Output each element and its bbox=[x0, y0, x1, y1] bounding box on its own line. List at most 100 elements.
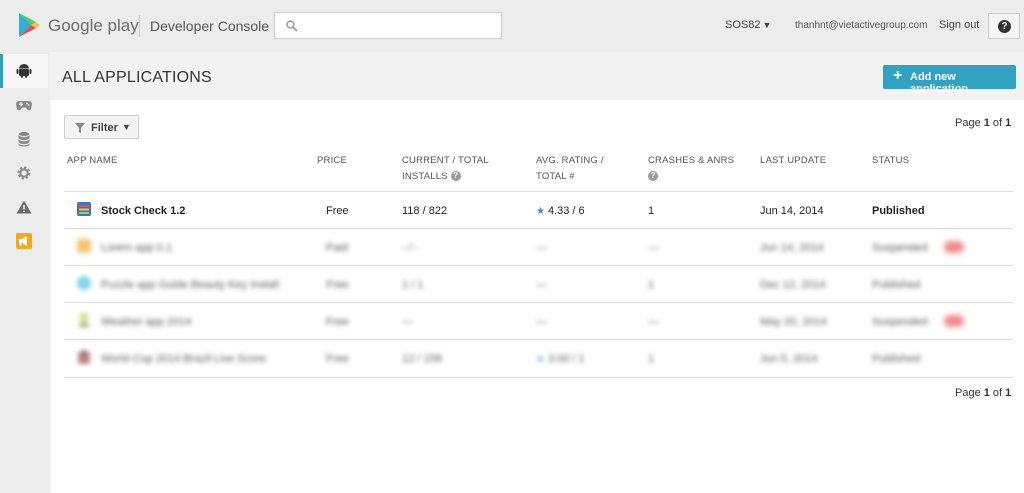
rating-value: 3.00 / 1 bbox=[547, 353, 585, 365]
app-last-update: May 20, 2014 bbox=[760, 316, 827, 328]
column-header-crashes[interactable]: CRASHES & ANRS ? bbox=[648, 154, 734, 184]
pager-total: 1 bbox=[1005, 117, 1012, 129]
app-rating: ★ 4.33 / 6 bbox=[536, 205, 585, 217]
star-icon: ★ bbox=[536, 206, 545, 217]
crashes-header-line1: CRASHES & ANRS bbox=[648, 155, 735, 166]
app-installs: 1 / 1 bbox=[402, 279, 424, 291]
search-icon bbox=[286, 20, 298, 32]
brand-name[interactable]: Google play bbox=[48, 16, 139, 36]
help-icon[interactable]: ? bbox=[648, 171, 658, 182]
app-status: Published bbox=[872, 205, 925, 217]
gear-icon bbox=[17, 166, 31, 180]
nav-item-games[interactable] bbox=[0, 88, 48, 122]
brand-divider bbox=[139, 15, 140, 37]
app-installs: 118 / 822 bbox=[402, 205, 448, 217]
search-input[interactable] bbox=[274, 12, 502, 39]
column-header-app-name[interactable]: APP NAME bbox=[67, 154, 118, 168]
google-play-logo-icon[interactable] bbox=[17, 12, 41, 38]
sign-out-link[interactable]: Sign out bbox=[939, 19, 979, 31]
android-icon bbox=[16, 64, 32, 78]
table-row[interactable]: Stock Check 1.2 Free 118 / 822 ★ 4.33 / 6… bbox=[64, 191, 1013, 228]
app-rating: ★ 3.00 / 1 bbox=[536, 353, 585, 365]
nav-item-announcements[interactable] bbox=[0, 224, 48, 258]
installs-header-line1: CURRENT / TOTAL bbox=[402, 155, 489, 166]
installs-header-line2: INSTALLS bbox=[402, 171, 448, 182]
app-icon bbox=[77, 239, 91, 253]
app-last-update: Jun 14, 2014 bbox=[760, 205, 824, 217]
console-title[interactable]: Developer Console bbox=[150, 18, 269, 34]
pager-of: of bbox=[989, 387, 1006, 399]
column-header-price[interactable]: PRICE bbox=[317, 154, 347, 168]
gamepad-icon bbox=[16, 101, 32, 111]
app-crashes: 1 bbox=[648, 353, 655, 365]
nav-item-applications[interactable] bbox=[0, 54, 48, 88]
app-name[interactable]: Puzzle app Guide Beauty Key Install bbox=[101, 279, 279, 291]
star-icon: ★ bbox=[536, 354, 545, 365]
page-header: ALL APPLICATIONS + Add new application bbox=[50, 52, 1024, 100]
help-icon[interactable]: ? bbox=[450, 171, 461, 182]
page-title: ALL APPLICATIONS bbox=[62, 69, 212, 86]
user-email: thanhnt@vietactivegroup.com bbox=[795, 20, 928, 31]
main-panel: ALL APPLICATIONS + Add new application F… bbox=[50, 52, 1024, 493]
add-application-label: Add new application bbox=[910, 71, 969, 95]
pager-prefix: Page bbox=[955, 387, 984, 399]
help-icon: ? bbox=[998, 20, 1011, 33]
app-crashes: — bbox=[648, 242, 659, 254]
app-price: Free bbox=[326, 279, 349, 291]
table-row[interactable]: Puzzle app Guide Beauty Key Install Free… bbox=[64, 265, 1013, 302]
plus-icon: + bbox=[893, 67, 903, 84]
nav-item-settings[interactable] bbox=[0, 156, 48, 190]
app-price: Paid bbox=[326, 242, 349, 254]
app-price: Free bbox=[326, 353, 349, 365]
account-name: SOS82 bbox=[725, 19, 761, 31]
status-badge bbox=[944, 241, 964, 253]
account-selector[interactable]: SOS82 ▼ bbox=[725, 19, 771, 31]
nav-item-services[interactable] bbox=[0, 122, 48, 156]
app-crashes: 1 bbox=[648, 205, 655, 217]
app-icon bbox=[77, 276, 91, 290]
pager-of: of bbox=[989, 117, 1006, 129]
app-icon bbox=[78, 350, 90, 364]
filter-button[interactable]: Filter ▼ bbox=[64, 115, 139, 139]
app-name[interactable]: Lorem app 0.1 bbox=[101, 242, 172, 254]
column-header-status[interactable]: STATUS bbox=[872, 154, 909, 168]
rating-header-line2: TOTAL # bbox=[536, 171, 575, 182]
database-icon bbox=[18, 132, 30, 147]
pagination-bottom: Page 1 of 1 bbox=[955, 387, 1011, 399]
warning-icon bbox=[16, 200, 32, 214]
app-crashes: — bbox=[648, 316, 659, 328]
column-header-installs[interactable]: CURRENT / TOTAL INSTALLS ? bbox=[402, 154, 489, 184]
app-icon bbox=[79, 313, 89, 327]
rating-header-line1: AVG. RATING / bbox=[536, 155, 604, 166]
app-last-update: Jun 14, 2014 bbox=[760, 242, 824, 254]
app-name[interactable]: Weather app 2014 bbox=[101, 316, 191, 328]
app-rating: — bbox=[536, 279, 547, 291]
app-name[interactable]: Stock Check 1.2 bbox=[101, 205, 185, 217]
app-status: Suspended bbox=[872, 316, 928, 328]
table-row[interactable]: World Cup 2014 Brazil Live Score Free 12… bbox=[64, 339, 1013, 376]
app-price: Free bbox=[326, 316, 349, 328]
table-row[interactable]: Weather app 2014 Free — — — May 20, 2014… bbox=[64, 302, 1013, 339]
help-button[interactable]: ? bbox=[988, 13, 1020, 39]
app-status: Suspended bbox=[872, 242, 928, 254]
app-status: Published bbox=[872, 279, 921, 291]
top-bar: Google play Developer Console SOS82 ▼ tha… bbox=[0, 0, 1024, 52]
filter-icon bbox=[75, 123, 85, 133]
left-navigation bbox=[0, 52, 48, 493]
app-name[interactable]: World Cup 2014 Brazil Live Score bbox=[101, 353, 266, 365]
pager-total: 1 bbox=[1005, 387, 1012, 399]
status-badge bbox=[944, 315, 964, 327]
table-row[interactable]: Lorem app 0.1 Paid - / - — — Jun 14, 201… bbox=[64, 228, 1013, 265]
column-header-last-update[interactable]: LAST UPDATE bbox=[760, 154, 826, 168]
pager-prefix: Page bbox=[955, 117, 984, 129]
column-header-rating[interactable]: AVG. RATING / TOTAL # bbox=[536, 154, 604, 184]
app-crashes: 1 bbox=[648, 279, 655, 291]
app-installs: - / - bbox=[402, 242, 419, 254]
app-price: Free bbox=[326, 205, 349, 217]
app-last-update: Jun 5, 2014 bbox=[760, 353, 818, 365]
chevron-down-icon: ▼ bbox=[762, 20, 772, 30]
pagination-top: Page 1 of 1 bbox=[955, 117, 1011, 129]
nav-item-alerts[interactable] bbox=[0, 190, 48, 224]
add-application-button[interactable]: + Add new application bbox=[883, 65, 1016, 95]
app-installs: — bbox=[402, 316, 413, 328]
